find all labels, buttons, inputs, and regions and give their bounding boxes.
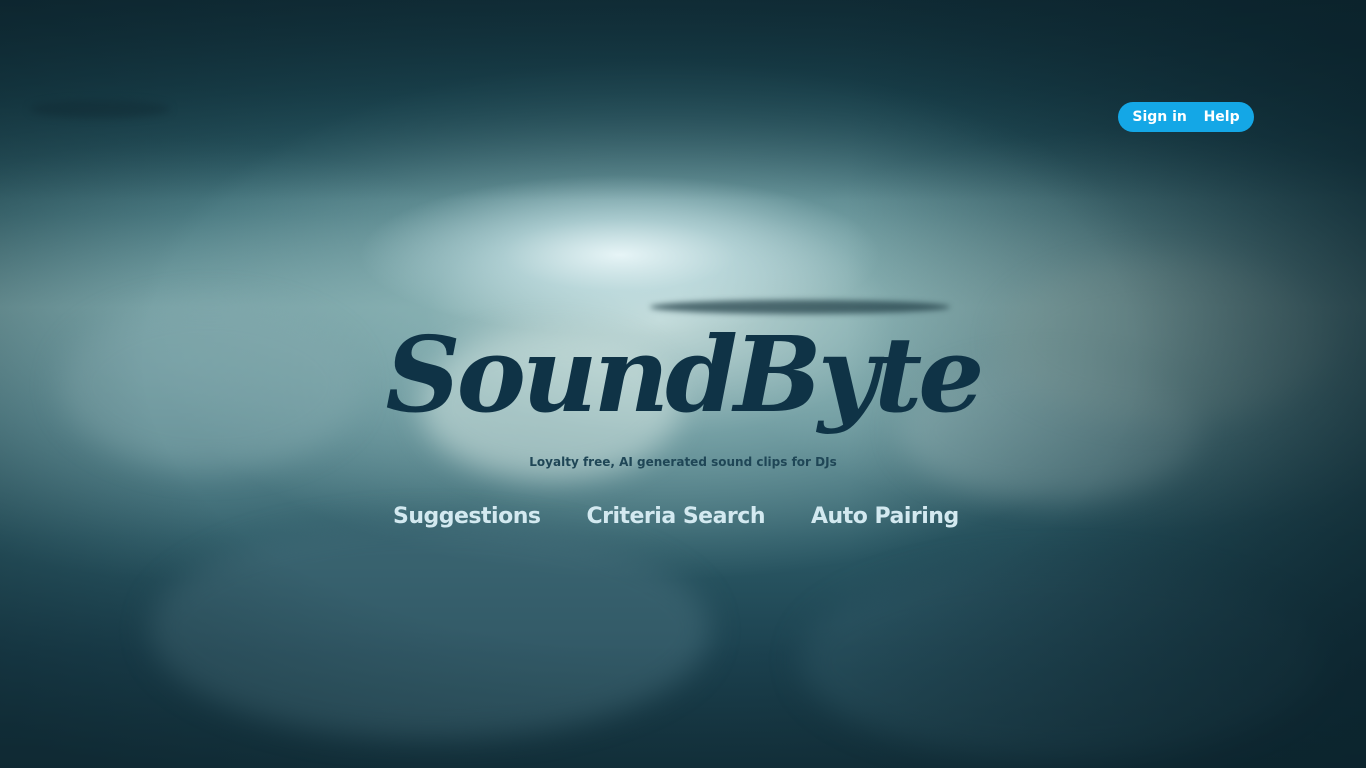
landing-page: Sign in Help SoundByte Loyalty free, AI … <box>0 0 1366 768</box>
soundbyte-logo: SoundByte <box>385 313 985 436</box>
auto-pairing-link[interactable]: Auto Pairing <box>811 504 959 529</box>
sign-in-link[interactable]: Sign in <box>1132 109 1187 125</box>
suggestions-link[interactable]: Suggestions <box>393 504 541 529</box>
tagline: Loyalty free, AI generated sound clips f… <box>529 455 837 469</box>
help-link[interactable]: Help <box>1204 109 1240 125</box>
feature-nav: Suggestions Criteria Search Auto Pairing <box>393 498 973 534</box>
top-nav-pill: Sign in Help <box>1118 102 1254 132</box>
criteria-search-link[interactable]: Criteria Search <box>586 504 765 529</box>
